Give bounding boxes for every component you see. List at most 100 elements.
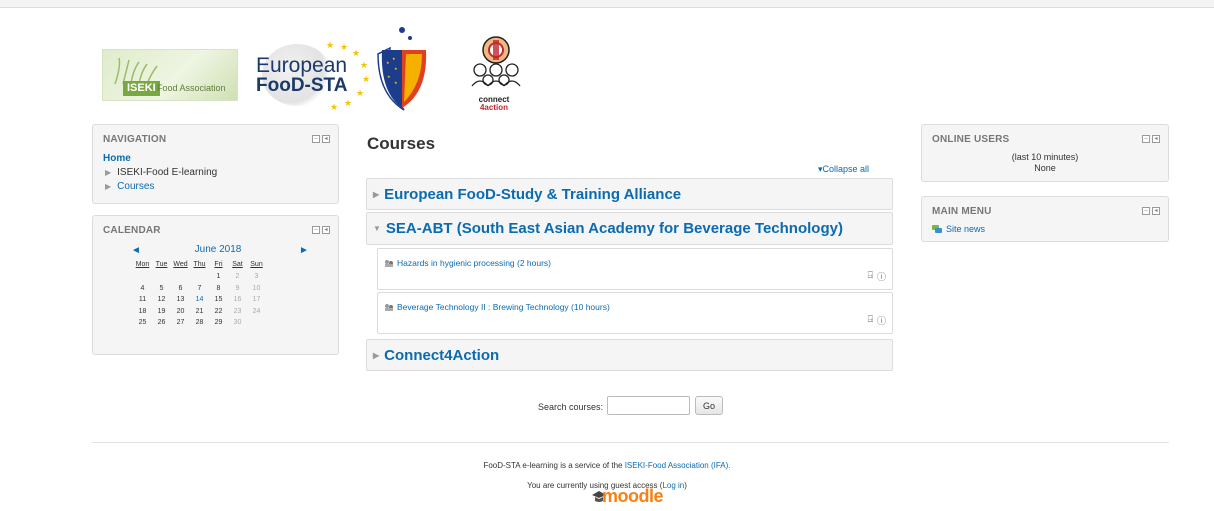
moodle-logo[interactable]: moodle — [592, 486, 674, 511]
dock-icon[interactable]: – — [1142, 135, 1150, 143]
calendar-day: 13 — [176, 296, 185, 304]
calendar-day: 17 — [252, 296, 261, 304]
category-expanded-arrow-icon: ▼ — [373, 224, 381, 233]
calendar-day: 4 — [140, 284, 145, 292]
course-info-icon[interactable]: ⓘ — [877, 314, 886, 327]
calendar-day: 10 — [252, 284, 261, 292]
hide-block-icon[interactable]: ◂ — [322, 135, 330, 143]
calendar-grid: Mon Tue Wed Thu Fri Sat Sun 1 2 3 4 5 6 7 8 9 10 1… — [133, 258, 266, 329]
nav-home-link[interactable]: Home — [103, 153, 131, 164]
course-item: Hazards in hygienic processing (2 hours)… — [377, 248, 893, 290]
svg-text:★: ★ — [340, 43, 348, 53]
main-menu-block: MAIN MENU – ◂ Site news — [921, 196, 1169, 242]
iseki-text: Food Association — [157, 83, 226, 93]
guest-access-icon[interactable]: ⍈ — [868, 270, 873, 283]
hide-block-icon[interactable]: ◂ — [1152, 135, 1160, 143]
sea-abt-logo[interactable]: ★ ★ ★ ★ ★ — [372, 24, 432, 114]
weekday-header: Sat — [232, 261, 243, 268]
c4a-line2: 4action — [479, 103, 508, 112]
weekday-header: Tue — [155, 261, 168, 268]
calendar-day: 29 — [214, 319, 223, 327]
calendar-day: 30 — [233, 319, 242, 327]
svg-text:★: ★ — [356, 89, 364, 99]
calendar-day: 27 — [176, 319, 185, 327]
calendar-next-month-icon[interactable]: ► — [299, 245, 309, 256]
calendar-day: 19 — [157, 307, 166, 315]
main-menu-title: MAIN MENU — [932, 206, 992, 217]
course-icon — [385, 303, 393, 311]
online-users-block: ONLINE USERS – ◂ (last 10 minutes) None — [921, 124, 1169, 182]
expand-arrow-icon: ▶ — [105, 182, 112, 191]
iseki-logo[interactable]: ISEKI Food Association — [102, 49, 238, 101]
connect4action-people-icon — [471, 36, 521, 87]
calendar-day: 12 — [157, 296, 166, 304]
dock-icon[interactable]: – — [312, 135, 320, 143]
nav-item-iseki-elearning[interactable]: ▶ ISEKI-Food E-learning — [105, 167, 217, 178]
search-courses-input[interactable] — [607, 396, 690, 415]
expand-arrow-icon: ▶ — [105, 168, 112, 177]
category-label: European FooD-Study & Training Alliance — [384, 185, 682, 203]
calendar-month-link[interactable]: June 2018 — [183, 244, 253, 255]
calendar-day: 15 — [214, 296, 223, 304]
course-link[interactable]: Hazards in hygienic processing (2 hours) — [384, 258, 551, 268]
calendar-week-row: 18 19 20 21 22 23 24 — [133, 306, 266, 318]
footer-service-text: FooD-STA e-learning is a service of the … — [0, 461, 1214, 470]
online-users-value: None — [1034, 163, 1056, 173]
calendar-day: 11 — [138, 296, 147, 304]
weekday-header: Wed — [173, 261, 188, 268]
search-go-button[interactable]: Go — [695, 396, 723, 415]
svg-text:★: ★ — [352, 49, 360, 59]
calendar-day: 28 — [195, 319, 204, 327]
svg-text:★: ★ — [394, 66, 398, 71]
weekday-header: Sun — [250, 261, 263, 268]
category-title[interactable]: ▼ SEA-ABT (South East Asian Academy for … — [373, 213, 843, 244]
course-name-label: Hazards in hygienic processing (2 hours) — [397, 258, 552, 268]
calendar-empty-day — [247, 317, 266, 329]
nav-item-label: ISEKI-Food E-learning — [117, 167, 218, 178]
category-title[interactable]: ▶ European FooD-Study & Training Allianc… — [373, 179, 681, 209]
guest-access-icon[interactable]: ⍈ — [868, 314, 873, 327]
svg-text:★: ★ — [360, 61, 368, 71]
navigation-controls: – ◂ — [312, 135, 330, 143]
dock-icon[interactable]: – — [312, 226, 320, 234]
iseki-ifa-link[interactable]: ISEKI-Food Association (IFA). — [625, 461, 731, 470]
nav-item-courses[interactable]: ▶ Courses — [105, 181, 154, 192]
calendar-day: 8 — [216, 284, 221, 292]
calendar-day: 26 — [157, 319, 166, 327]
calendar-day: 1 — [216, 273, 221, 281]
calendar-day: 22 — [214, 307, 223, 315]
calendar-prev-month-icon[interactable]: ◄ — [131, 245, 141, 256]
svg-text:★: ★ — [386, 60, 390, 65]
hide-block-icon[interactable]: ◂ — [1152, 207, 1160, 215]
category-sea-abt[interactable]: ▼ SEA-ABT (South East Asian Academy for … — [366, 212, 893, 245]
main-menu-controls: – ◂ — [1142, 207, 1160, 215]
foodsta-logo[interactable]: ★ ★ ★ ★ ★ ★ ★ ★ European FooD-STA — [248, 40, 374, 112]
calendar-day: 24 — [252, 307, 261, 315]
svg-text:★: ★ — [392, 56, 396, 61]
svg-text:★: ★ — [344, 99, 352, 109]
category-title[interactable]: ▶ Connect4Action — [373, 340, 499, 370]
calendar-day: 2 — [235, 273, 240, 281]
calendar-empty-day — [190, 271, 209, 283]
calendar-day: 3 — [254, 273, 259, 281]
course-icons: ⍈ ⓘ — [868, 270, 886, 283]
calendar-empty-day — [152, 271, 171, 283]
category-european-foodsta[interactable]: ▶ European FooD-Study & Training Allianc… — [366, 178, 893, 210]
course-info-icon[interactable]: ⓘ — [877, 270, 886, 283]
navigation-block: NAVIGATION – ◂ Home ▶ ISEKI-Food E-learn… — [92, 124, 339, 204]
dock-icon[interactable]: – — [1142, 207, 1150, 215]
site-news-link[interactable]: Site news — [932, 224, 985, 234]
course-link[interactable]: Beverage Technology II : Brewing Technol… — [384, 302, 610, 312]
category-connect4action[interactable]: ▶ Connect4Action — [366, 339, 893, 371]
moodle-word: moodle — [602, 486, 664, 506]
page-title: Courses — [367, 134, 436, 153]
category-collapsed-arrow-icon: ▶ — [373, 189, 380, 199]
online-users-title: ONLINE USERS — [932, 134, 1010, 145]
hide-block-icon[interactable]: ◂ — [322, 226, 330, 234]
connect4action-logo[interactable]: connect 4action — [460, 36, 532, 118]
calendar-day: 20 — [176, 307, 185, 315]
calendar-week-row: 1 2 3 — [133, 271, 266, 283]
calendar-week-row: 4 5 6 7 8 9 10 — [133, 283, 266, 295]
collapse-all-link[interactable]: ▾Collapse all — [818, 164, 869, 175]
calendar-day: 6 — [178, 284, 183, 292]
